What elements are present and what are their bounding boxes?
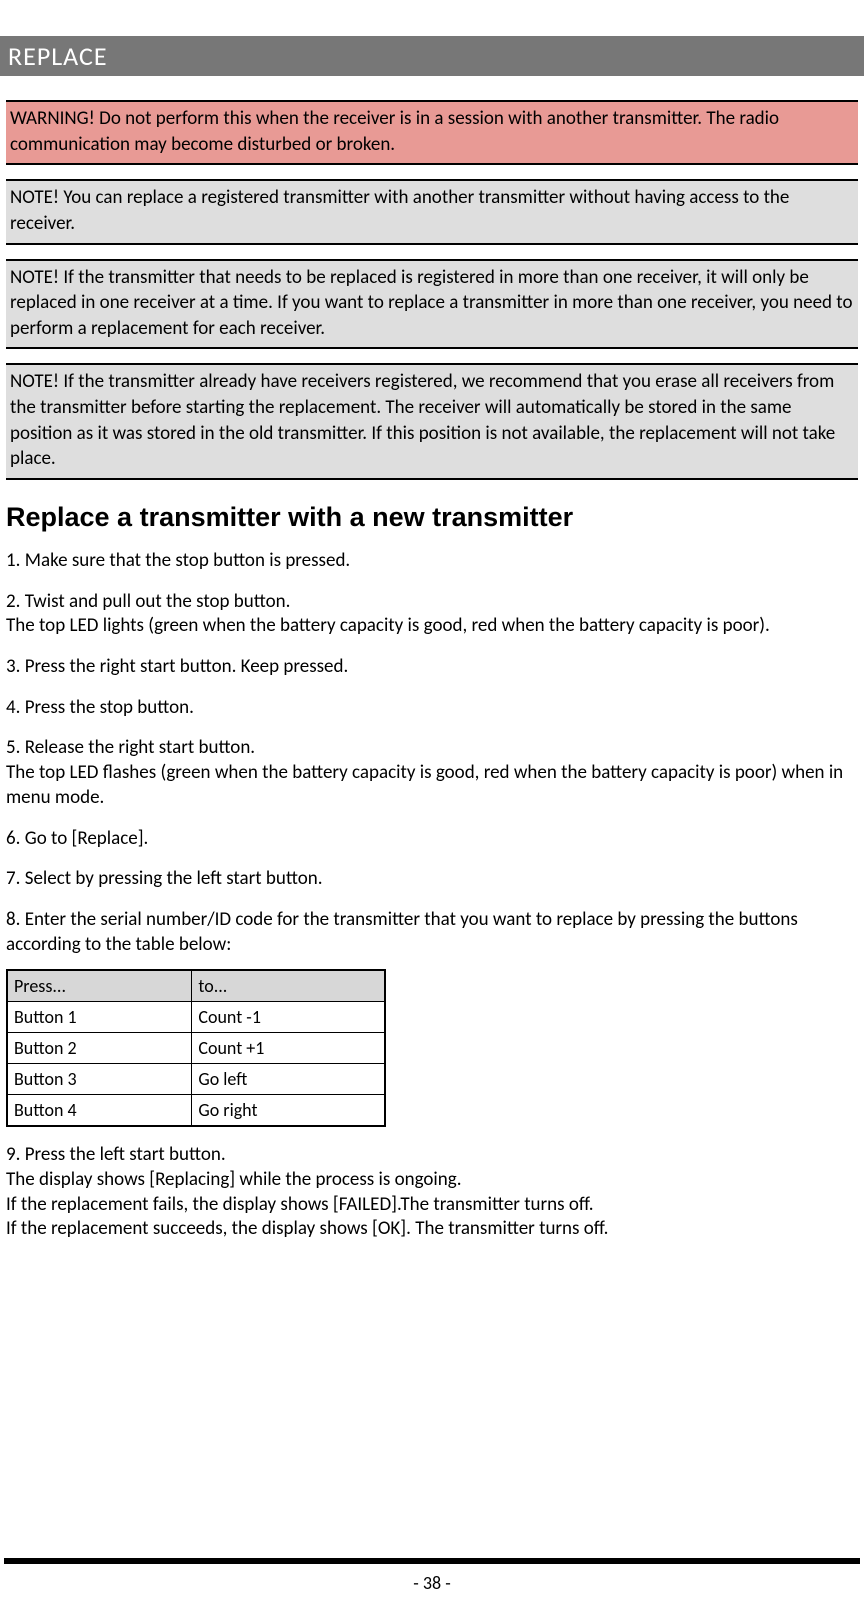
step-2: 2. Twist and pull out the stop button. T… [6, 590, 858, 639]
step-sub: The top LED lights (green when the batte… [6, 614, 858, 639]
step-text: 8. Enter the serial number/ID code for t… [6, 908, 798, 956]
step-text: 1. Make sure that the stop button is pre… [6, 549, 350, 572]
table-cell: Count -1 [192, 1002, 385, 1033]
note-box-2: NOTE! If the transmitter that needs to b… [6, 259, 858, 350]
step-8: 8. Enter the serial number/ID code for t… [6, 908, 858, 957]
step-sub: The top LED flashes (green when the batt… [6, 761, 858, 810]
section-header: REPLACE [0, 36, 864, 76]
table-header-press: Press... [7, 970, 192, 1002]
table-row: Button 2 Count +1 [7, 1033, 385, 1064]
step-sub: If the replacement succeeds, the display… [6, 1217, 858, 1242]
step-4: 4. Press the stop button. [6, 696, 858, 721]
warning-box: WARNING! Do not perform this when the re… [6, 100, 858, 165]
step-sub: If the replacement fails, the display sh… [6, 1193, 858, 1218]
step-text: 9. Press the left start button. [6, 1143, 226, 1166]
table-cell: Button 3 [7, 1064, 192, 1095]
footer-rule [4, 1558, 860, 1564]
table-cell: Button 4 [7, 1095, 192, 1127]
step-text: 2. Twist and pull out the stop button. [6, 590, 290, 613]
step-text: 6. Go to [Replace]. [6, 827, 148, 850]
section-heading: Replace a transmitter with a new transmi… [6, 502, 858, 533]
table-row: Button 4 Go right [7, 1095, 385, 1127]
step-5: 5. Release the right start button. The t… [6, 736, 858, 810]
step-9: 9. Press the left start button. The disp… [6, 1143, 858, 1242]
step-text: 4. Press the stop button. [6, 696, 194, 719]
table-cell: Go left [192, 1064, 385, 1095]
table-cell: Count +1 [192, 1033, 385, 1064]
button-table: Press... to... Button 1 Count -1 Button … [6, 969, 386, 1127]
table-row: Button 3 Go left [7, 1064, 385, 1095]
step-6: 6. Go to [Replace]. [6, 827, 858, 852]
table-cell: Button 1 [7, 1002, 192, 1033]
step-7: 7. Select by pressing the left start but… [6, 867, 858, 892]
table-row: Button 1 Count -1 [7, 1002, 385, 1033]
step-text: 3. Press the right start button. Keep pr… [6, 655, 348, 678]
step-text: 7. Select by pressing the left start but… [6, 867, 323, 890]
step-3: 3. Press the right start button. Keep pr… [6, 655, 858, 680]
note-box-3: NOTE! If the transmitter already have re… [6, 363, 858, 480]
page-number: - 38 - [0, 1572, 864, 1594]
table-cell: Go right [192, 1095, 385, 1127]
table-cell: Button 2 [7, 1033, 192, 1064]
step-1: 1. Make sure that the stop button is pre… [6, 549, 858, 574]
step-text: 5. Release the right start button. [6, 736, 255, 759]
note-box-1: NOTE! You can replace a registered trans… [6, 179, 858, 244]
step-sub: The display shows [Replacing] while the … [6, 1168, 858, 1193]
table-header-to: to... [192, 970, 385, 1002]
